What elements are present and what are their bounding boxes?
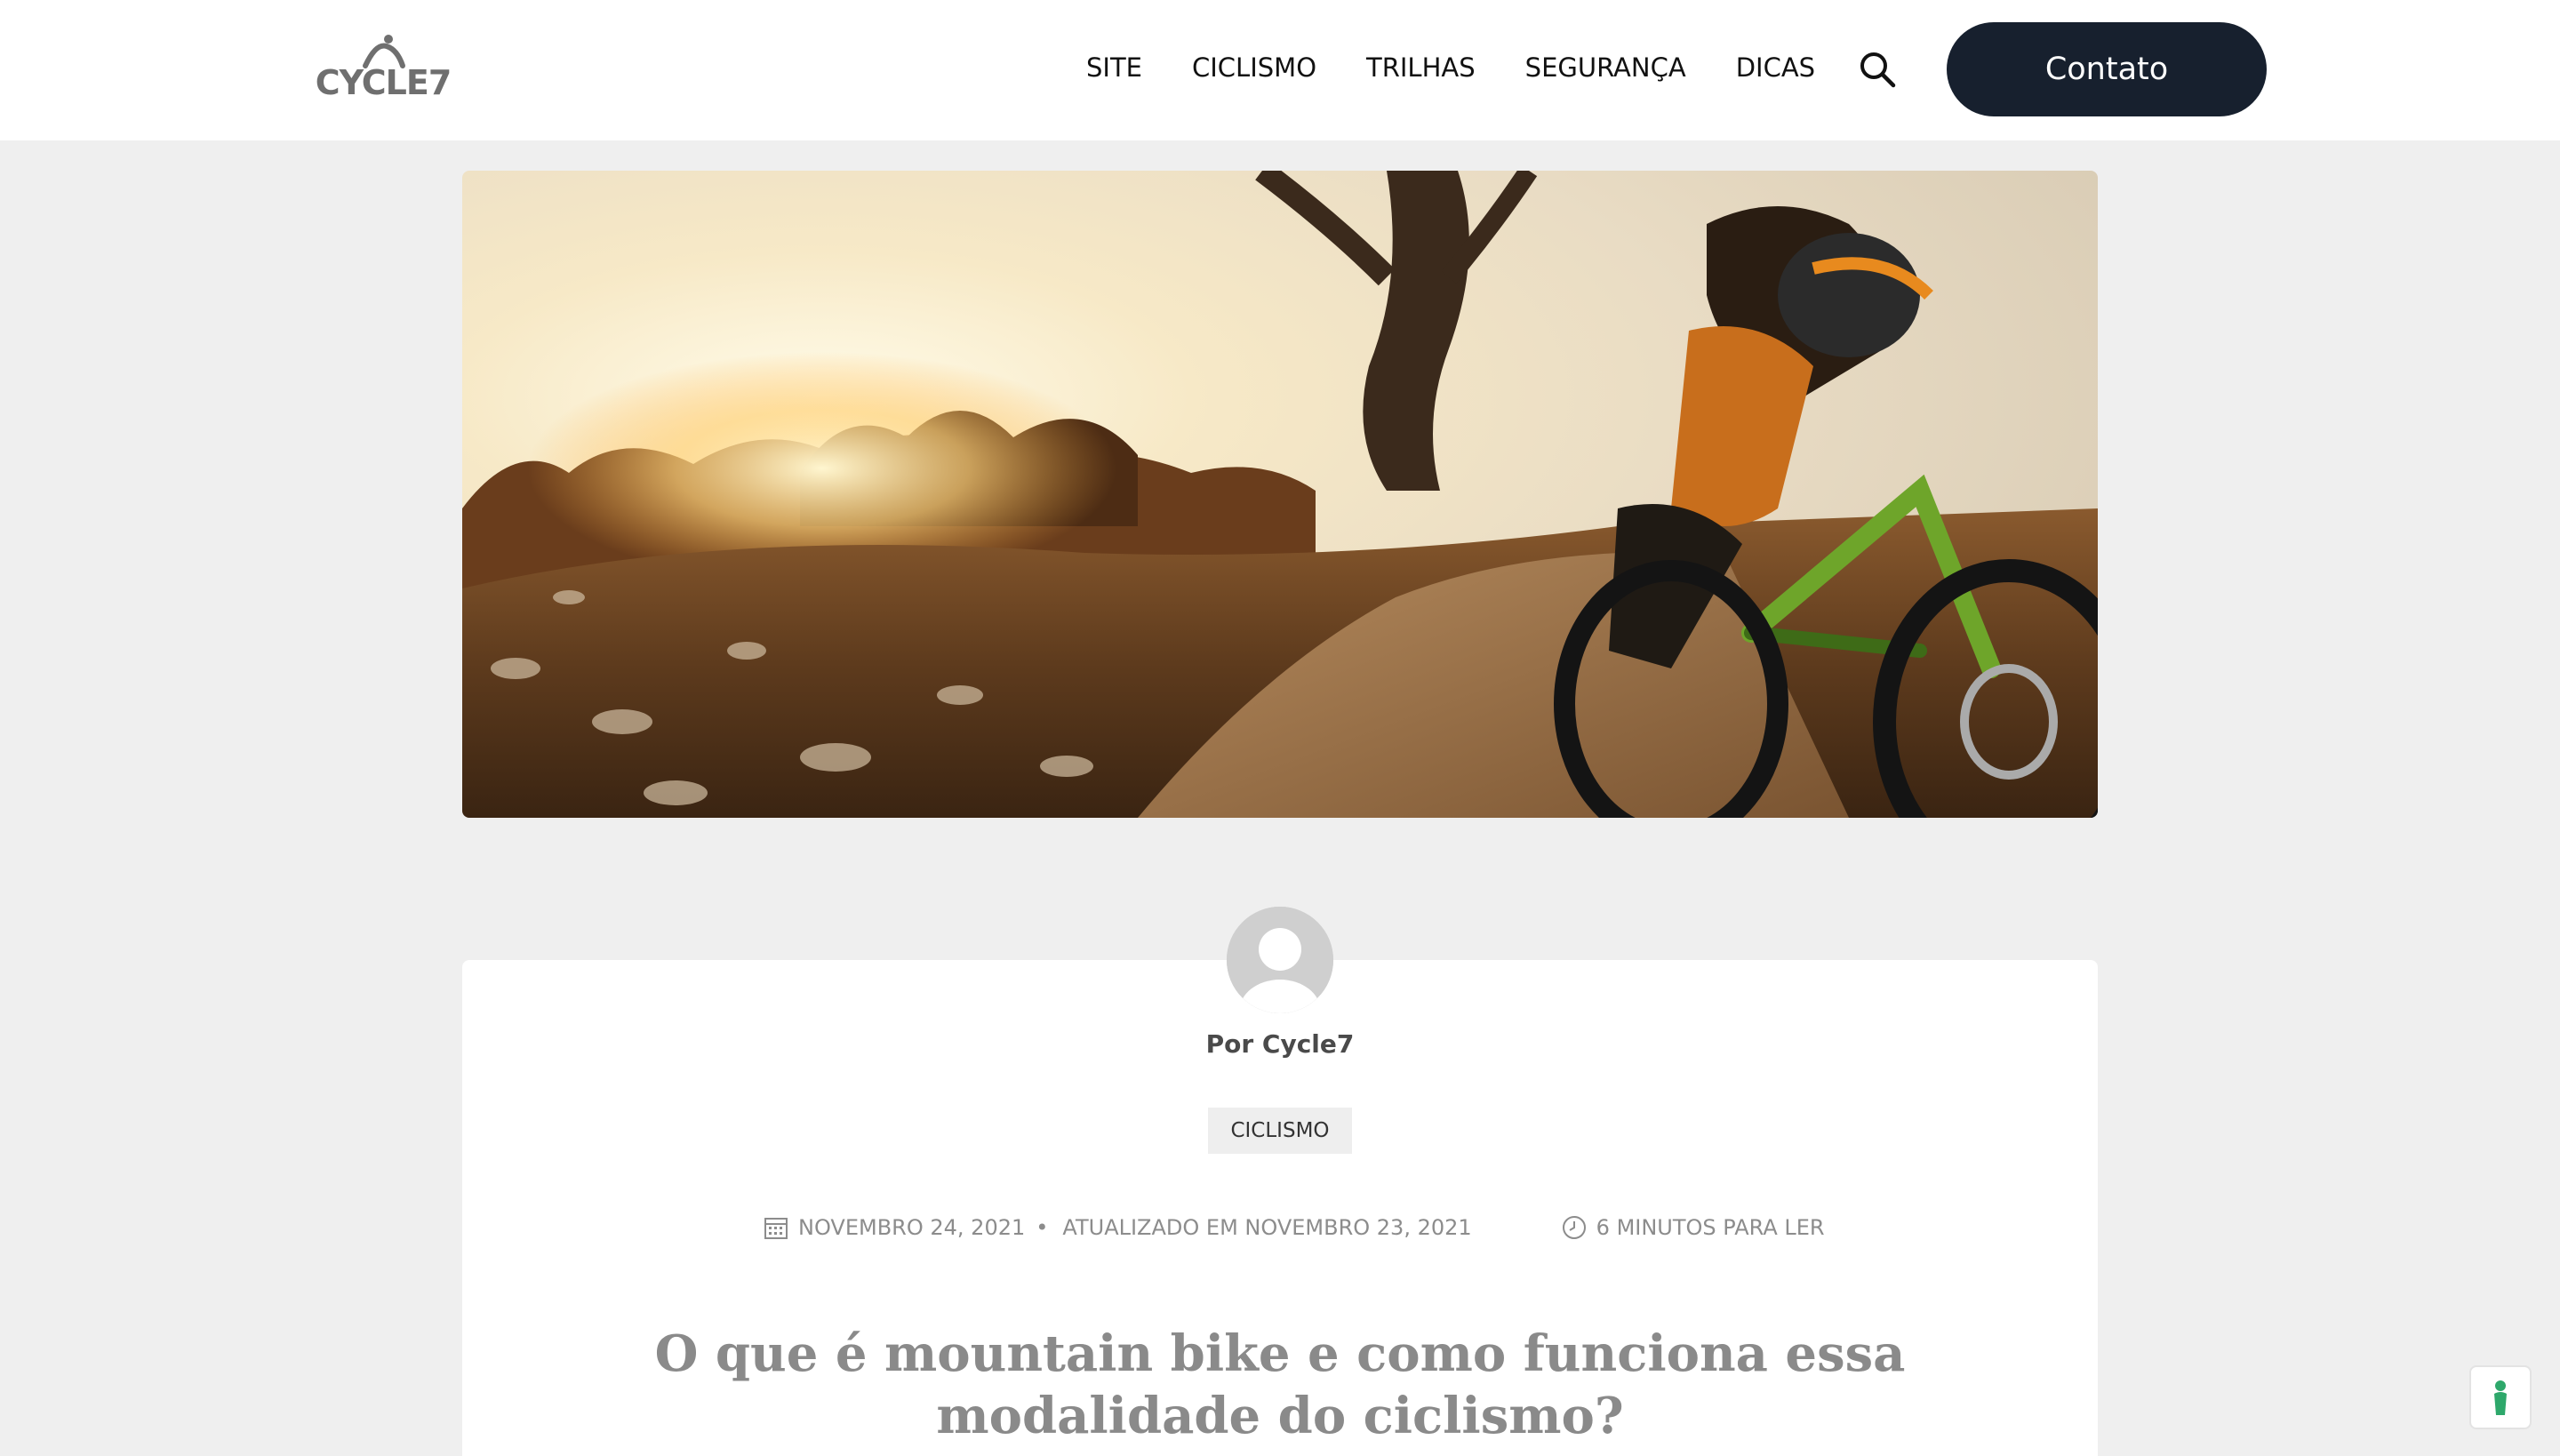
meta-separator: •: [1036, 1215, 1049, 1240]
search-button[interactable]: [1858, 50, 1897, 89]
accessibility-button[interactable]: [2469, 1365, 2532, 1429]
site-logo[interactable]: CYCLE7: [299, 34, 468, 105]
author-name[interactable]: Por Cycle7: [978, 1029, 1582, 1059]
main-nav: SITE CICLISMO TRILHAS SEGURANÇA DICAS: [1086, 50, 1815, 85]
article-meta: NOVEMBRO 24, 2021 • ATUALIZADO EM NOVEMB…: [763, 1214, 1825, 1241]
user-avatar-icon: [1227, 907, 1333, 1013]
search-icon: [1860, 52, 1896, 88]
article-title: O que é mountain bike e como funciona es…: [654, 1324, 1906, 1445]
updated-date: ATUALIZADO EM NOVEMBRO 23, 2021: [1062, 1215, 1472, 1240]
nav-item-trilhas[interactable]: TRILHAS: [1366, 50, 1476, 85]
contact-button[interactable]: Contato: [1947, 22, 2267, 116]
hero-image: [462, 171, 2098, 818]
published-date: NOVEMBRO 24, 2021: [798, 1215, 1026, 1240]
author-avatar[interactable]: [1227, 907, 1333, 1013]
logo-text: CYCLE7: [315, 63, 452, 102]
category-badge[interactable]: CICLISMO: [1208, 1108, 1352, 1154]
nav-item-site[interactable]: SITE: [1086, 50, 1142, 85]
nav-item-seguranca[interactable]: SEGURANÇA: [1525, 50, 1686, 85]
nav-item-ciclismo[interactable]: CICLISMO: [1192, 50, 1316, 85]
clock-icon: [1562, 1216, 1586, 1239]
calendar-icon: [764, 1218, 788, 1239]
nav-item-dicas[interactable]: DICAS: [1736, 50, 1815, 85]
mountain-bike-photo: [462, 171, 2098, 818]
accessibility-icon: [2494, 1380, 2507, 1415]
site-header: CYCLE7 SITE CICLISMO TRILHAS SEGURANÇA D…: [0, 0, 2560, 140]
read-time: 6 MINUTOS PARA LER: [1596, 1215, 1825, 1240]
